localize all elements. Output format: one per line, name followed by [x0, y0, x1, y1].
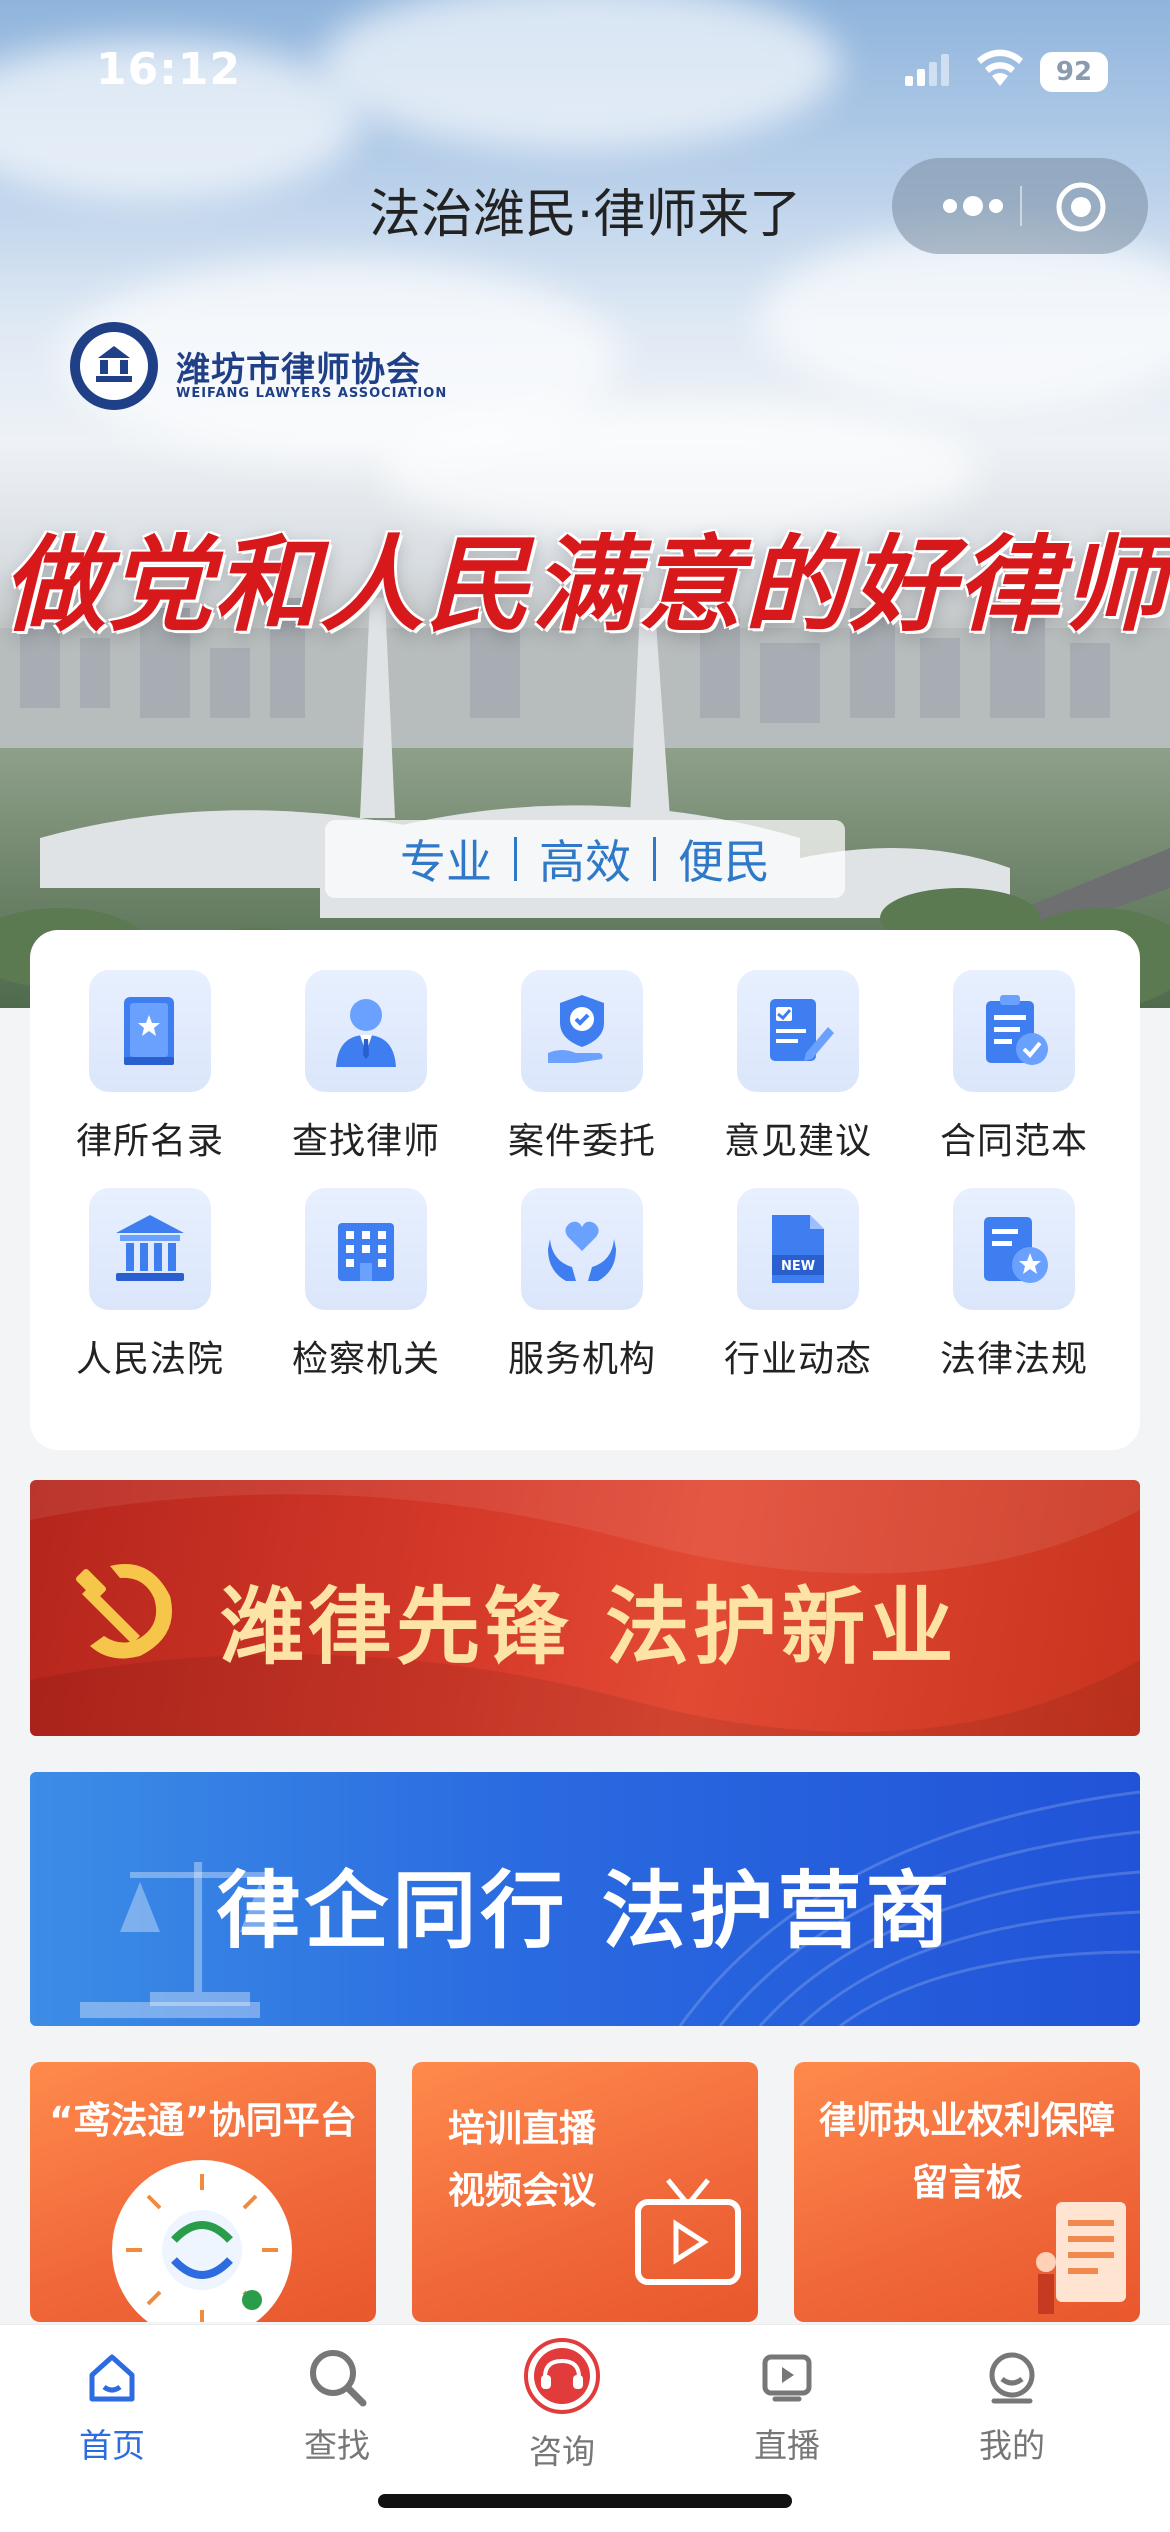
contract-check-icon [953, 970, 1075, 1092]
miniprogram-capsule[interactable] [892, 158, 1148, 254]
services-card: 律所名录 查找律师 案件委托 意见建议 合同范本 人民法院 检察机关 服务机构 … [30, 930, 1140, 1450]
service-label: 合同范本 [939, 1121, 1088, 1162]
lawyer-rights-tile[interactable]: 律师执业权利保障 留言板 [794, 2062, 1140, 2322]
tab-search[interactable]: 查找 [257, 2345, 417, 2467]
heart-hands-icon [521, 1188, 643, 1310]
association-emblem-icon [70, 322, 158, 410]
hero-tags: 专业 高效 便民 [325, 820, 845, 898]
search-icon [305, 2345, 369, 2409]
profile-icon [980, 2345, 1044, 2409]
home-icon [80, 2345, 144, 2409]
consult-icon [523, 2337, 601, 2415]
book-star-icon [89, 970, 211, 1092]
close-target-icon[interactable] [1054, 180, 1108, 234]
tile-title: “鸢法通”协同平台 [49, 2099, 357, 2142]
service-case-entrust[interactable]: 案件委托 [474, 970, 690, 1164]
regulation-star-icon [953, 1188, 1075, 1310]
business-banner[interactable]: 律企同行 法护营商 [30, 1772, 1140, 2026]
tv-play-icon [635, 2178, 741, 2285]
service-label: 人民法院 [75, 1339, 224, 1380]
service-label: 律所名录 [75, 1121, 224, 1162]
service-label: 查找律师 [291, 1121, 440, 1162]
party-banner[interactable]: 潍律先锋 法护新业 [30, 1480, 1140, 1736]
qr-code-icon [112, 2160, 292, 2322]
cloud-decoration [760, 230, 1170, 410]
service-label: 行业动态 [723, 1339, 872, 1380]
capsule-divider [1020, 186, 1022, 226]
business-banner-text: 律企同行 法护营商 [216, 1861, 954, 1960]
service-label: 案件委托 [507, 1121, 656, 1162]
tab-consult[interactable]: 咨询 [482, 2338, 642, 2473]
service-label: 服务机构 [507, 1339, 656, 1380]
hero-slogan: 做党和人民满意的好律师 [1, 523, 1168, 646]
tab-label: 查找 [304, 2426, 370, 2465]
tab-label: 咨询 [529, 2432, 595, 2471]
news-new-icon: NEW [737, 1188, 859, 1310]
service-procuratorate[interactable]: 检察机关 [258, 1188, 474, 1382]
tile-subtitle: 视频会议 [448, 2169, 596, 2212]
tab-live[interactable]: 直播 [707, 2345, 867, 2467]
association-name: 潍坊市律师协会 [176, 350, 421, 390]
live-play-icon [755, 2345, 819, 2409]
party-banner-text: 潍律先锋 法护新业 [220, 1577, 958, 1676]
tag-separator [514, 837, 517, 881]
tile-title: 培训直播 [448, 2107, 596, 2150]
service-label: 检察机关 [291, 1339, 440, 1380]
tag-item: 专业 [400, 835, 492, 889]
shield-hand-icon [521, 970, 643, 1092]
tile-title: 律师执业权利保障 [819, 2099, 1115, 2142]
status-time: 16:12 [96, 44, 242, 95]
service-peoples-court[interactable]: 人民法院 [42, 1188, 258, 1382]
status-bar: 16:12 92 [0, 0, 1170, 150]
message-board-icon [1036, 2202, 1126, 2314]
tag-item: 高效 [539, 835, 631, 889]
tab-label: 我的 [979, 2426, 1045, 2465]
office-building-icon [305, 1188, 427, 1310]
tab-home[interactable]: 首页 [32, 2345, 192, 2467]
edit-document-icon [737, 970, 859, 1092]
service-label: 法律法规 [939, 1339, 1088, 1380]
tag-separator [653, 837, 656, 881]
tag-item: 便民 [678, 835, 770, 889]
yuanfatong-platform-tile[interactable]: “鸢法通”协同平台 [30, 2062, 376, 2322]
service-law-firm-directory[interactable]: 律所名录 [42, 970, 258, 1164]
association-logo: 潍坊市律师协会 WEIFANG LAWYERS ASSOCIATION [68, 320, 488, 420]
battery-level: 92 [1040, 52, 1108, 92]
cellular-signal-icon [905, 54, 949, 86]
tab-label: 直播 [754, 2426, 820, 2465]
wifi-icon [977, 49, 1023, 86]
home-indicator[interactable] [378, 2494, 792, 2508]
service-industry-news[interactable]: NEW 行业动态 [690, 1188, 906, 1382]
lawyer-person-icon [305, 970, 427, 1092]
courthouse-icon [89, 1188, 211, 1310]
service-label: 意见建议 [723, 1121, 872, 1162]
party-emblem-icon [75, 1564, 172, 1659]
service-laws-regulations[interactable]: 法律法规 [906, 1188, 1122, 1382]
service-feedback[interactable]: 意见建议 [690, 970, 906, 1164]
tab-profile[interactable]: 我的 [932, 2345, 1092, 2467]
training-live-tile[interactable]: 培训直播 视频会议 [412, 2062, 758, 2322]
service-find-lawyer[interactable]: 查找律师 [258, 970, 474, 1164]
hero-banner: 16:12 92 法治潍民·律师来了 潍坊市律师协会 WEIFANG LAWYE… [0, 0, 1170, 1008]
service-service-agencies[interactable]: 服务机构 [474, 1188, 690, 1382]
services-grid: 律所名录 查找律师 案件委托 意见建议 合同范本 人民法院 检察机关 服务机构 … [30, 970, 1140, 1382]
svg-text:NEW: NEW [781, 1259, 815, 1274]
more-dots-icon[interactable] [928, 188, 1018, 224]
tab-label: 首页 [79, 2426, 145, 2465]
association-english-name: WEIFANG LAWYERS ASSOCIATION [176, 386, 448, 401]
service-contract-templates[interactable]: 合同范本 [906, 970, 1122, 1164]
